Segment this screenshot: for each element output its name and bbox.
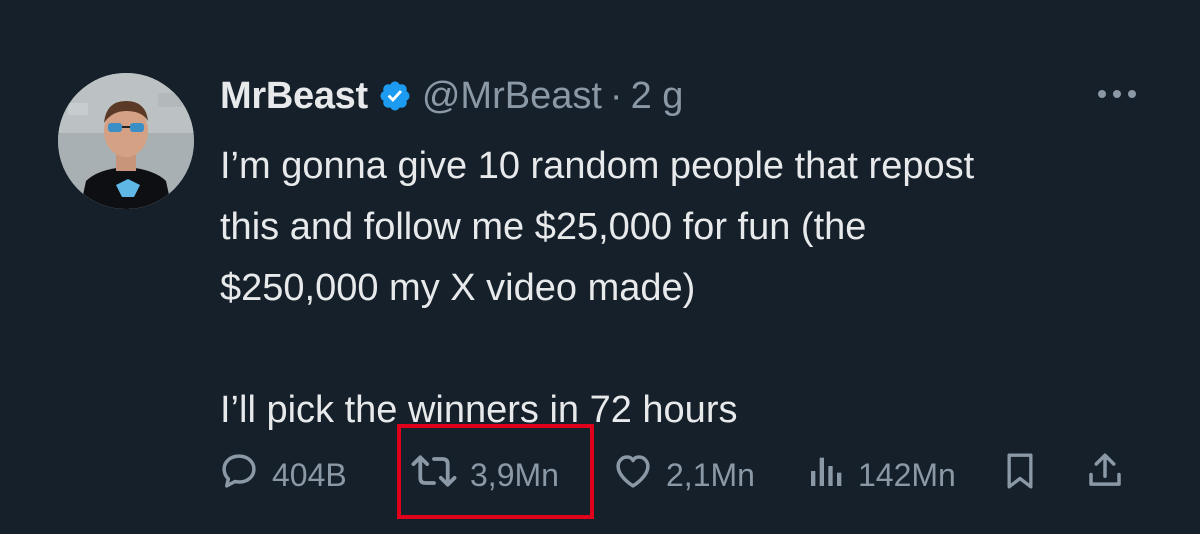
reply-count: 404B: [272, 456, 347, 493]
share-icon: [1084, 449, 1126, 501]
author-avatar[interactable]: [58, 73, 194, 209]
like-button[interactable]: 2,1Mn: [612, 450, 755, 500]
annotation-highlight-box: [397, 424, 594, 519]
tweet-action-bar: 404B 3,9Mn 2,1Mn 142Mn: [218, 450, 1138, 500]
views-count: 142Mn: [858, 456, 956, 493]
reply-icon: [218, 450, 260, 500]
author-name[interactable]: MrBeast: [220, 75, 368, 118]
more-options-icon[interactable]: [1094, 84, 1140, 104]
tweet-timestamp[interactable]: 2 g: [631, 75, 684, 118]
reply-button[interactable]: 404B: [218, 450, 347, 500]
share-button[interactable]: [1084, 450, 1126, 500]
verified-badge-icon: [378, 79, 412, 113]
tweet-text: I’m gonna give 10 random people that rep…: [220, 136, 1180, 441]
like-count: 2,1Mn: [666, 456, 755, 493]
tweet-header: MrBeast @MrBeast · 2 g: [220, 72, 683, 120]
header-separator: ·: [609, 74, 623, 117]
views-button[interactable]: 142Mn: [806, 450, 956, 500]
tweet-card: MrBeast @MrBeast · 2 g I’m gonna give 10…: [0, 0, 1200, 534]
tweet-text-line: this and follow me $25,000 for fun (the: [220, 206, 867, 248]
avatar-image: [58, 73, 194, 209]
tweet-text-line: I’ll pick the winners in 72 hours: [220, 389, 738, 431]
tweet-text-line: I’m gonna give 10 random people that rep…: [220, 145, 975, 187]
bookmark-button[interactable]: [1000, 450, 1040, 500]
heart-icon: [612, 450, 654, 500]
author-handle[interactable]: @MrBeast: [422, 75, 602, 118]
views-chart-icon: [806, 450, 846, 500]
tweet-text-line: $250,000 my X video made): [220, 267, 696, 309]
bookmark-icon: [1000, 449, 1040, 501]
